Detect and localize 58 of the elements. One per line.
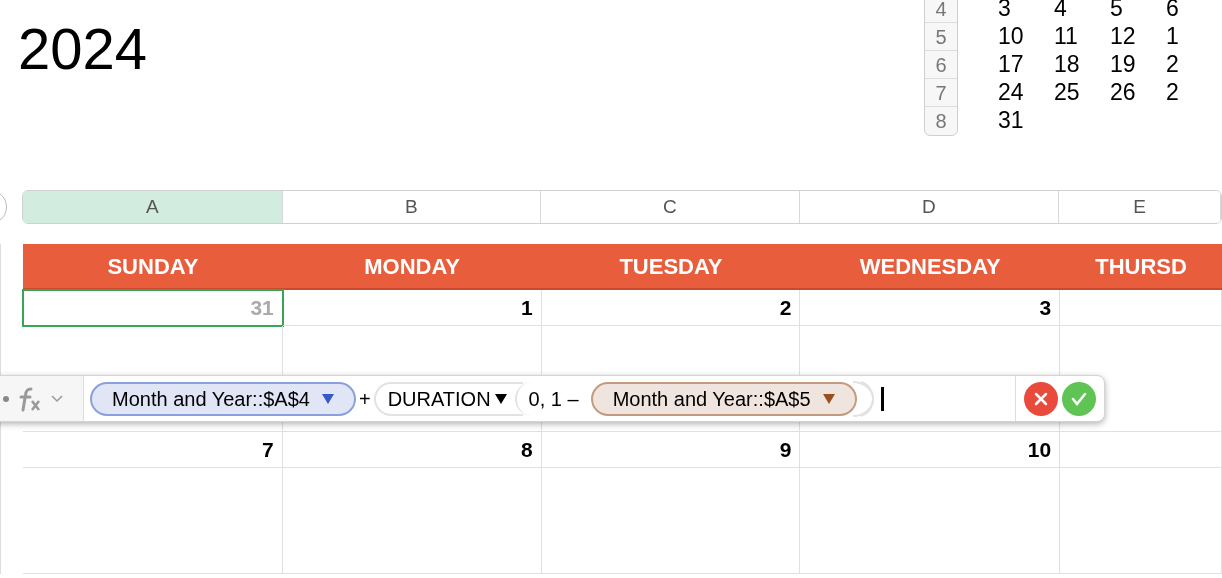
table-cell-text: 19 [1110, 50, 1137, 78]
dropdown-triangle-icon [494, 393, 507, 404]
table-cell-text: 26 [1110, 78, 1137, 106]
row-header[interactable]: 6 [925, 51, 957, 79]
table-cell-text: 5 [1110, 0, 1124, 22]
date-cell[interactable] [1060, 290, 1222, 326]
function-arguments: 0, 1 – [514, 381, 591, 416]
calendar-cell[interactable] [1060, 468, 1222, 574]
calendar-cell[interactable] [282, 468, 542, 574]
date-cell[interactable] [1060, 432, 1222, 468]
function-token[interactable]: DURATION [373, 381, 523, 416]
date-cell[interactable]: 10 [800, 432, 1061, 468]
table-cell-text: 2 [1166, 78, 1180, 106]
date-cell[interactable]: 9 [541, 432, 801, 468]
cancel-button[interactable] [1024, 381, 1058, 416]
date-cell[interactable]: 1 [282, 290, 542, 326]
table-cell-text: 24 [998, 78, 1025, 106]
table-cell-text: 1 [1166, 22, 1180, 50]
text-cursor [880, 386, 884, 411]
date-cell[interactable]: 8 [282, 432, 542, 468]
table-cell-text: 3 [998, 0, 1012, 22]
table-cell-text: 4 [1054, 0, 1068, 22]
day-header: SUNDAY [106, 252, 200, 281]
checkmark-icon [1071, 391, 1087, 406]
calendar-cell[interactable] [541, 468, 801, 574]
table-cell-text: 18 [1054, 50, 1081, 78]
day-header: MONDAY [363, 252, 462, 281]
row-header[interactable]: 5 [925, 23, 957, 51]
function-icon[interactable] [17, 385, 43, 412]
day-header: WEDNESDAY [858, 252, 1002, 281]
calendar-cell[interactable] [800, 468, 1061, 574]
table-cell-text: 2 [1166, 50, 1180, 78]
table-cell-text: 6 [1166, 0, 1180, 22]
date-cell[interactable]: 3 [800, 290, 1061, 326]
date-cell[interactable]: 7 [23, 432, 283, 468]
table-cell-text: 25 [1054, 78, 1081, 106]
table-cell-text: 10 [998, 22, 1025, 50]
dot-icon [3, 395, 9, 402]
date-cell[interactable]: 2 [541, 290, 801, 326]
day-header: TUESDAY [618, 252, 724, 281]
accept-button[interactable] [1062, 381, 1096, 416]
calendar-cell[interactable] [23, 468, 283, 574]
reference-token[interactable]: Month and Year::$A$5 [590, 381, 857, 416]
row-header[interactable]: 8 [925, 107, 957, 135]
operator: + [358, 386, 371, 412]
reference-token[interactable]: Month and Year::$A$4 [90, 381, 356, 416]
row-header[interactable]: 4 [925, 0, 957, 23]
table-cell-text: 17 [998, 50, 1025, 78]
row-header[interactable]: 7 [925, 79, 957, 107]
chevron-down-icon[interactable] [51, 394, 63, 403]
table-cell-text: 31 [998, 106, 1025, 134]
day-header: THURSD [1094, 252, 1188, 281]
closing-bracket-icon [850, 379, 877, 418]
column-header[interactable]: A [22, 191, 283, 223]
table-cell-text: 12 [1110, 22, 1137, 50]
close-icon [1034, 391, 1048, 406]
table-cell-text: 11 [1054, 22, 1079, 50]
sheet-title: 2024 [17, 15, 148, 78]
